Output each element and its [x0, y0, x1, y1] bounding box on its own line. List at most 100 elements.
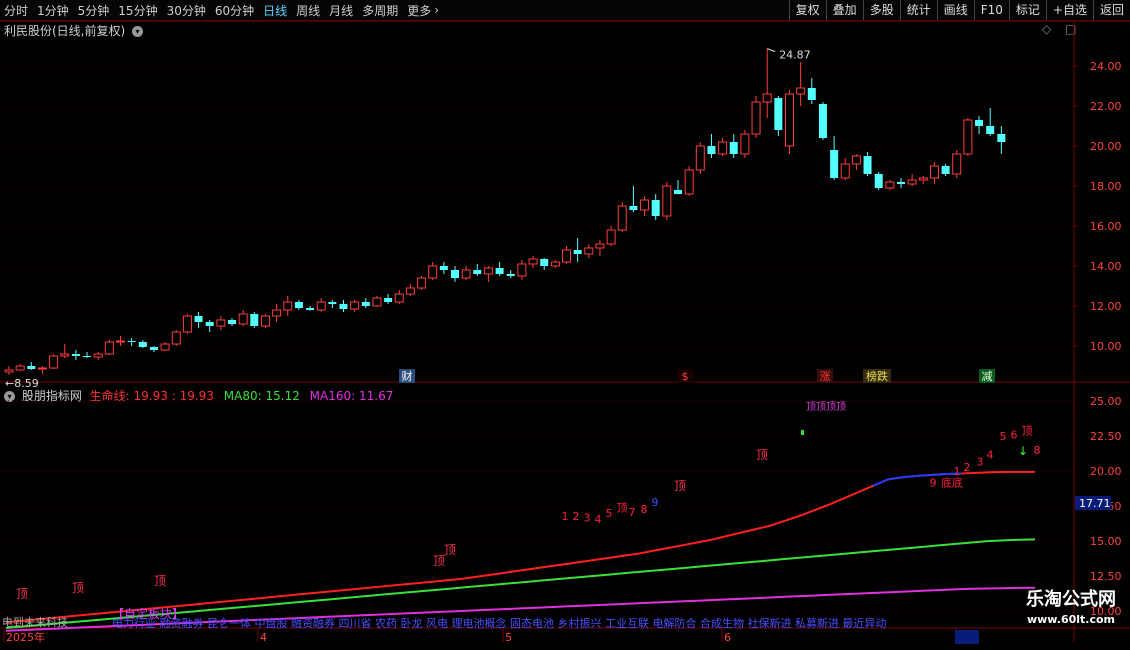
ticker-left-label: 电到未来科技: [2, 615, 68, 629]
candle-body-up: [796, 87, 806, 95]
candle-body-up: [640, 199, 650, 211]
candle-body-down: [941, 166, 950, 174]
candle-body-up: [372, 297, 382, 307]
event-marker-label: 榜跌: [866, 369, 888, 383]
candle-body-down: [986, 126, 995, 134]
top-signal-label: 顶: [72, 581, 84, 595]
candle-body-up: [963, 119, 973, 155]
candle-body-up: [93, 353, 103, 358]
price-tick-label: 24.00: [1090, 60, 1122, 73]
candle-body-up: [461, 269, 471, 279]
candle-body-up: [907, 179, 917, 185]
current-value-label: 17.71: [1079, 497, 1111, 510]
green-signal-mark: [801, 430, 804, 435]
candle-body-up: [260, 315, 270, 327]
indicator-tick-label: 25.00: [1090, 395, 1122, 408]
count-label: 7: [629, 506, 636, 519]
count-label: 1: [954, 465, 961, 478]
event-marker-label: $: [682, 370, 689, 383]
candle-body-down: [149, 347, 158, 350]
count-label: 4: [595, 513, 602, 526]
purple-top-signal: 顶顶顶顶: [806, 401, 846, 413]
price-tick-label: 18.00: [1090, 180, 1122, 193]
count-label: 1: [562, 510, 569, 523]
candle-body-up: [751, 101, 761, 135]
candle-body-down: [830, 150, 839, 178]
candle-body-down: [71, 354, 80, 356]
candle-body-up: [584, 247, 594, 255]
candle-body-down: [27, 366, 36, 369]
candle-body-up: [15, 365, 25, 371]
price-tick-label: 16.00: [1090, 220, 1122, 233]
candle-body-down: [818, 104, 827, 138]
candle-body-down: [975, 120, 984, 126]
candle-body-down: [384, 298, 393, 302]
price-tick-label: 22.00: [1090, 100, 1122, 113]
candle-body-up: [606, 229, 616, 245]
candle-body-down: [807, 88, 816, 100]
stock-chart[interactable]: 24.00 22.00 20.00 18.00 16.00 14.00 12.00 10.00…: [0, 0, 1130, 650]
candle-body-down: [674, 190, 682, 194]
candle-body-up: [182, 315, 192, 333]
candle-body-up: [272, 309, 282, 317]
candle-body-up: [952, 153, 962, 175]
logo-name: 乐淘公式网: [1026, 589, 1116, 610]
candle-body-up: [528, 258, 538, 265]
candle-body-up: [684, 169, 694, 195]
price-tick-label: 12.00: [1090, 300, 1122, 313]
candle-body-down: [339, 304, 348, 309]
high-pointer: [767, 48, 776, 53]
concepts-tape: 电力行业 融资融券 昆仑一体 中盘股 融资融券 四川省 农药 卧龙 风电 理电池…: [112, 616, 886, 630]
count-label: 2: [573, 510, 580, 523]
candle-body-down: [328, 302, 337, 304]
candle-body-up: [517, 263, 527, 277]
count-label: 顶: [617, 502, 628, 515]
count-label: 2: [964, 461, 971, 474]
top-signal-label: 顶: [444, 543, 456, 557]
candle-body-up: [562, 249, 571, 263]
candle-body-up: [885, 181, 895, 189]
candle-body-down: [629, 206, 638, 210]
count-label: 9: [930, 476, 937, 489]
count-label: 9: [652, 496, 659, 509]
candle-body-down: [495, 268, 504, 274]
price-tick-label: 20.00: [1090, 140, 1122, 153]
life-line: [5, 470, 1035, 624]
down-arrow-icon: ↓: [1018, 444, 1028, 458]
count-label: 5: [606, 507, 613, 520]
candle-body-down: [874, 174, 883, 188]
current-date-box: [955, 630, 979, 644]
candle-body-up: [428, 265, 438, 279]
count-label: 8: [641, 503, 648, 516]
candle-body-down: [205, 322, 214, 326]
candle-body-up: [238, 313, 248, 325]
candle-body-up: [316, 301, 326, 311]
candle-body-down: [897, 182, 905, 184]
candle-body-up: [929, 165, 939, 179]
count-label: 8: [1034, 444, 1041, 457]
indicator-tick-label: 22.50: [1090, 430, 1122, 443]
candle-body-down: [127, 341, 136, 342]
candle-body-up: [4, 369, 14, 373]
count-label: 顶: [1022, 424, 1033, 437]
count-label: 4: [987, 448, 994, 461]
candle-body-down: [250, 314, 259, 326]
date-label: 2025年: [6, 630, 45, 644]
candle-body-up: [785, 93, 794, 147]
candle-body-down: [439, 266, 448, 270]
candle-body-down: [306, 308, 315, 310]
candle-body-up: [171, 331, 181, 345]
candle-body-up: [662, 185, 672, 217]
candle-body-down: [540, 259, 549, 266]
low-price-label: ←8.59: [5, 377, 39, 390]
event-marker-label: 涨: [820, 370, 831, 383]
indicator-tick-label: 12.50: [1090, 570, 1122, 583]
candle-body-down: [774, 98, 783, 130]
candle-body-up: [160, 343, 170, 351]
candle-body-down: [863, 156, 872, 174]
candle-body-down: [451, 270, 459, 278]
candle-body-down: [138, 342, 147, 347]
high-price-label: 24.87: [779, 49, 811, 62]
candle-body-up: [49, 355, 59, 369]
indicator-tick-label: 20.00: [1090, 465, 1122, 478]
